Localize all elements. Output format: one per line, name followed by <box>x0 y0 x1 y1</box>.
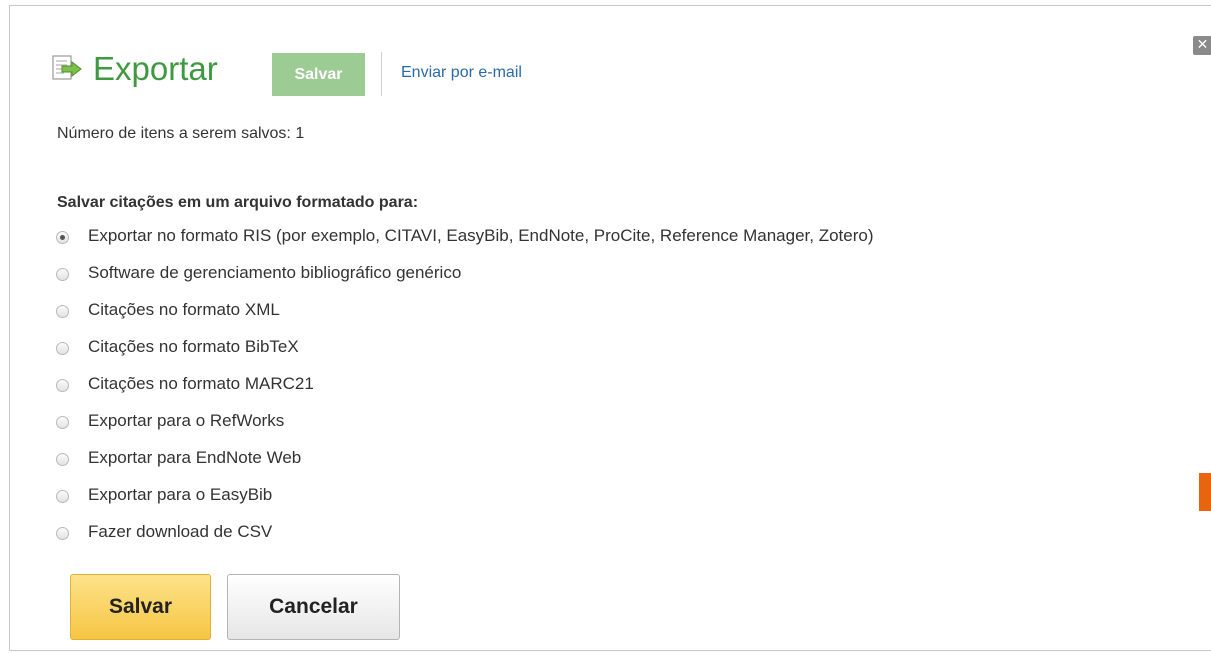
radio-button[interactable] <box>56 379 69 392</box>
format-option-label: Exportar para o RefWorks <box>88 410 285 430</box>
cancel-button[interactable]: Cancelar <box>227 574 400 640</box>
radio-button[interactable] <box>56 268 69 281</box>
radio-button[interactable] <box>56 416 69 429</box>
radio-button[interactable] <box>56 453 69 466</box>
format-option-label: Exportar no formato RIS (por exemplo, CI… <box>88 225 874 245</box>
format-options: Exportar no formato RIS (por exemplo, CI… <box>56 217 874 550</box>
radio-button[interactable] <box>56 231 69 244</box>
format-option-label: Exportar para o EasyBib <box>88 484 273 504</box>
format-option-xml[interactable]: Citações no formato XML <box>56 291 874 328</box>
radio-button[interactable] <box>56 305 69 318</box>
format-option-ris[interactable]: Exportar no formato RIS (por exemplo, CI… <box>56 217 874 254</box>
tab-divider <box>381 52 382 96</box>
feedback-side-tab[interactable] <box>1199 473 1211 511</box>
format-option-easybib[interactable]: Exportar para o EasyBib <box>56 476 874 513</box>
format-option-label: Exportar para EndNote Web <box>88 447 302 467</box>
radio-button[interactable] <box>56 527 69 540</box>
format-option-endnote-web[interactable]: Exportar para EndNote Web <box>56 439 874 476</box>
save-button[interactable]: Salvar <box>70 574 211 640</box>
format-option-label: Fazer download de CSV <box>88 521 273 541</box>
radio-button[interactable] <box>56 342 69 355</box>
items-count: Número de itens a serem salvos: 1 <box>57 125 305 142</box>
format-option-label: Citações no formato BibTeX <box>88 336 299 356</box>
format-option-refworks[interactable]: Exportar para o RefWorks <box>56 402 874 439</box>
export-document-icon <box>52 55 82 80</box>
close-icon[interactable]: ✕ <box>1193 36 1211 55</box>
format-option-label: Citações no formato MARC21 <box>88 373 314 393</box>
format-option-csv[interactable]: Fazer download de CSV <box>56 513 874 550</box>
tab-save[interactable]: Salvar <box>272 53 365 96</box>
format-option-label: Citações no formato XML <box>88 299 280 319</box>
tab-email[interactable]: Enviar por e-mail <box>401 63 522 83</box>
format-option-label: Software de gerenciamento bibliográfico … <box>88 262 462 282</box>
format-heading: Salvar citações em um arquivo formatado … <box>57 194 419 211</box>
dialog-title: Exportar <box>93 50 218 87</box>
format-option-marc21[interactable]: Citações no formato MARC21 <box>56 365 874 402</box>
format-option-generic[interactable]: Software de gerenciamento bibliográfico … <box>56 254 874 291</box>
radio-button[interactable] <box>56 490 69 503</box>
export-dialog: ✕ Exportar Salvar Enviar por e-mail Núme… <box>9 5 1211 651</box>
format-option-bibtex[interactable]: Citações no formato BibTeX <box>56 328 874 365</box>
